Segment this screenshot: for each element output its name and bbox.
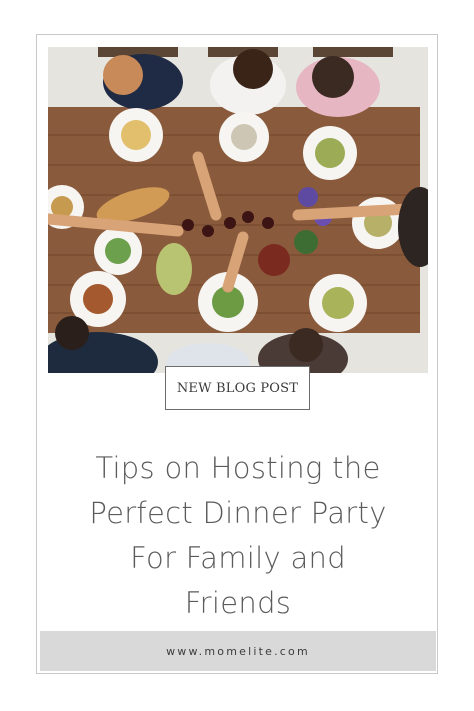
pin-card: NEW BLOG POST Tips on Hosting the Perfec… xyxy=(36,34,438,674)
title-line-2: Perfect Dinner Party xyxy=(89,496,387,530)
website-url[interactable]: www.momelite.com xyxy=(166,645,310,658)
new-blog-post-badge: NEW BLOG POST xyxy=(165,366,310,410)
website-footer[interactable]: www.momelite.com xyxy=(40,631,436,671)
title-line-3: For Family and xyxy=(130,541,346,575)
dinner-party-photo xyxy=(48,47,428,373)
title-line-4: Friends xyxy=(184,586,292,620)
title-line-1: Tips on Hosting the xyxy=(95,451,381,485)
post-title: Tips on Hosting the Perfect Dinner Party… xyxy=(37,446,439,626)
